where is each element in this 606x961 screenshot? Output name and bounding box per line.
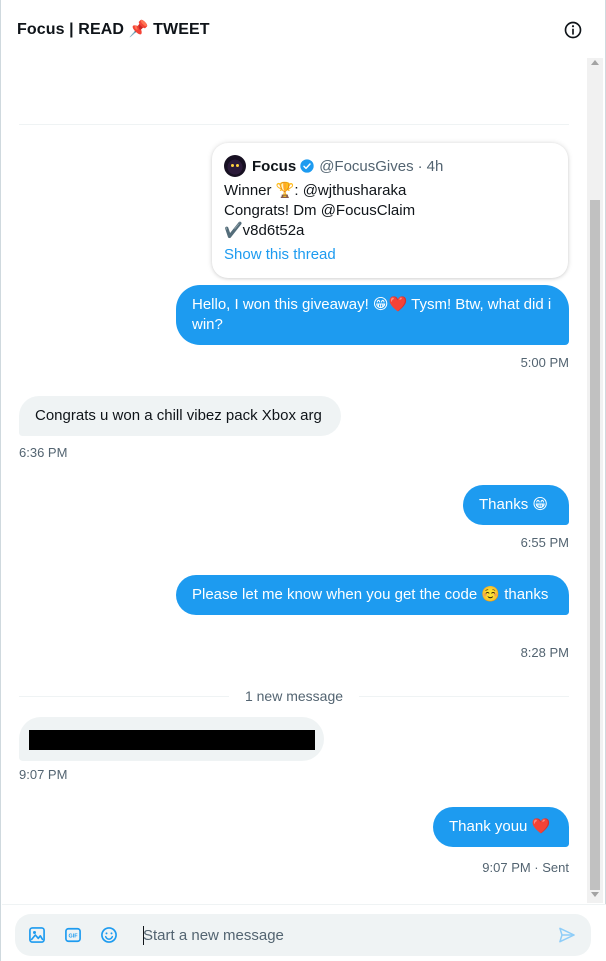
scroll-up-arrow-icon[interactable] xyxy=(591,60,599,65)
message-bubble-outgoing[interactable]: Please let me know when you get the code… xyxy=(176,575,569,615)
quoted-tweet-card[interactable]: Focus @FocusGives · 4h Winner 🏆: @wjthus… xyxy=(212,143,568,278)
message-timestamp: 9:07 PM xyxy=(19,767,68,782)
message-list[interactable]: Focus @FocusGives · 4h Winner 🏆: @wjthus… xyxy=(2,58,586,903)
quoted-tweet-line: ✔️v8d6t52a xyxy=(224,222,305,239)
quoted-tweet-header: Focus @FocusGives · 4h xyxy=(224,155,556,177)
send-icon[interactable] xyxy=(557,925,577,945)
gif-icon[interactable]: GIF xyxy=(63,925,83,945)
scroll-down-arrow-icon[interactable] xyxy=(591,892,599,897)
info-icon[interactable] xyxy=(563,20,583,40)
message-timestamp-sent: 9:07 PM · Sent xyxy=(482,860,569,875)
message-timestamp: 5:00 PM xyxy=(520,355,569,370)
quoted-tweet-author-name[interactable]: Focus xyxy=(252,158,296,175)
show-thread-link[interactable]: Show this thread xyxy=(224,245,556,265)
quoted-tweet-time: 4h xyxy=(426,157,444,175)
conversation-title: Focus | READ 📌 TWEET xyxy=(17,21,210,38)
avatar[interactable] xyxy=(224,155,246,177)
message-timestamp: 6:36 PM xyxy=(19,445,68,460)
divider xyxy=(19,124,569,125)
message-composer: GIF xyxy=(15,914,591,956)
message-bubble-outgoing[interactable]: Hello, I won this giveaway! 😁❤️ Tysm! Bt… xyxy=(176,285,569,345)
message-timestamp: 8:28 PM xyxy=(520,645,569,660)
media-icon[interactable] xyxy=(27,925,47,945)
scrollbar-thumb[interactable] xyxy=(590,200,600,890)
quoted-tweet-body: Winner 🏆: @wjthusharaka Congrats! Dm @Fo… xyxy=(224,181,556,241)
separator-dot: · xyxy=(417,157,423,175)
message-bubble-incoming[interactable]: Congrats u won a chill vibez pack Xbox a… xyxy=(19,396,341,436)
new-message-divider-line xyxy=(19,696,229,697)
redacted-message-content xyxy=(29,730,315,750)
new-message-divider-label: 1 new message xyxy=(234,688,354,704)
quoted-tweet-line: Congrats! Dm @FocusClaim xyxy=(224,202,416,219)
message-bubble-outgoing[interactable]: Thank youu ❤️ xyxy=(433,807,569,847)
message-bubble-outgoing[interactable]: Thanks 😁 xyxy=(463,485,569,525)
message-timestamp: 6:55 PM xyxy=(520,535,569,550)
scrollbar[interactable] xyxy=(587,58,603,903)
text-cursor xyxy=(143,926,144,945)
emoji-icon[interactable] xyxy=(99,925,119,945)
svg-text:GIF: GIF xyxy=(68,934,78,940)
conversation-header: Focus | READ 📌 TWEET xyxy=(1,0,605,58)
dm-window: Focus | READ 📌 TWEET Focus @FocusGives ·… xyxy=(0,0,606,961)
message-input[interactable] xyxy=(143,922,543,948)
verified-badge-icon xyxy=(300,159,314,173)
composer-bar: GIF xyxy=(2,904,606,961)
quoted-tweet-line: Winner 🏆: @wjthusharaka xyxy=(224,182,407,199)
new-message-divider-line xyxy=(359,696,569,697)
quoted-tweet-handle[interactable]: @FocusGives xyxy=(319,158,413,175)
